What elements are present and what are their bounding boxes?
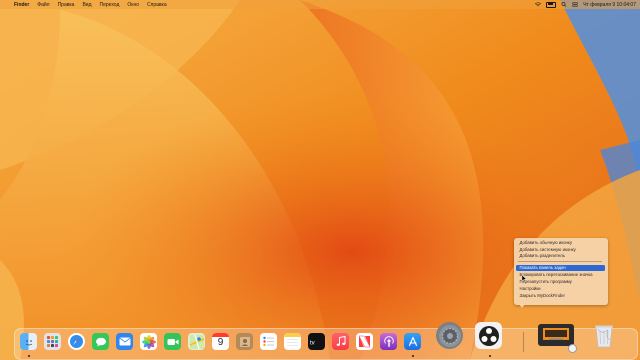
menu-separator xyxy=(518,261,602,262)
photos-icon[interactable] xyxy=(140,333,157,350)
launchpad-icon[interactable] xyxy=(44,333,61,350)
appstore-running-indicator xyxy=(411,355,414,357)
menu-item-help[interactable]: Справка xyxy=(147,2,167,8)
finder-running-indicator xyxy=(27,355,30,357)
reminders-icon[interactable] xyxy=(260,333,277,350)
messages-icon[interactable] xyxy=(92,333,109,350)
appstore-icon[interactable] xyxy=(404,333,421,350)
system-settings-icon[interactable] xyxy=(436,322,463,349)
desktop-wallpaper xyxy=(0,0,640,360)
search-icon[interactable] xyxy=(561,2,567,7)
music-icon[interactable] xyxy=(332,333,349,350)
mydockfinder-icon[interactable] xyxy=(538,324,574,346)
calendar-icon[interactable]: 9 xyxy=(212,333,229,350)
finder-icon[interactable] xyxy=(20,333,37,350)
menu-restart-program[interactable]: Перезапустить программу xyxy=(516,279,605,285)
obs-running-indicator xyxy=(488,355,491,357)
menu-close-mydockfinder[interactable]: Закрыть MyDockFinder xyxy=(516,293,605,299)
context-menu-pointer xyxy=(519,304,525,308)
calendar-day: 9 xyxy=(217,337,224,348)
dock-separator xyxy=(523,332,524,352)
menu-add-system-icon[interactable]: Добавить системную иконку xyxy=(516,247,605,253)
control-center-icon[interactable] xyxy=(572,2,579,7)
svg-text:tv: tv xyxy=(310,340,315,346)
menu-lock-dragging[interactable]: Блокировать перетаскивание значка xyxy=(516,272,605,278)
dock-context-menu: Добавить обычную иконку Добавить системн… xyxy=(514,238,608,305)
menu-clock[interactable]: Чт февраля 9 10:04:07 xyxy=(583,2,636,8)
trash-icon[interactable] xyxy=(590,322,617,349)
contacts-icon[interactable] xyxy=(236,333,253,350)
notes-icon[interactable] xyxy=(284,333,301,350)
menu-item-go[interactable]: Переход xyxy=(100,2,120,8)
menu-add-separator[interactable]: Добавить разделитель xyxy=(516,253,605,259)
podcasts-icon[interactable] xyxy=(380,333,397,350)
wifi-icon[interactable] xyxy=(535,2,542,7)
menu-item-view[interactable]: Вид xyxy=(82,2,91,8)
mail-icon[interactable] xyxy=(116,333,133,350)
facetime-icon[interactable] xyxy=(164,333,181,350)
menu-add-regular-icon[interactable]: Добавить обычную иконку xyxy=(516,240,605,246)
menu-settings[interactable]: Настройки xyxy=(516,286,605,292)
menu-show-taskbar[interactable]: Показать панель задач xyxy=(515,265,605,271)
menu-item-finder[interactable]: Finder xyxy=(14,2,29,8)
appletv-icon[interactable]: tv xyxy=(308,333,325,350)
obs-small-badge-icon xyxy=(568,344,577,353)
mouse-cursor-icon xyxy=(521,269,527,287)
safari-icon[interactable] xyxy=(68,333,85,350)
news-icon[interactable] xyxy=(356,333,373,350)
battery-icon[interactable] xyxy=(546,1,557,8)
menu-item-window[interactable]: Окно xyxy=(127,2,139,8)
menu-item-edit[interactable]: Правка xyxy=(58,2,75,8)
maps-icon[interactable] xyxy=(188,333,205,350)
menu-item-file[interactable]: Файл xyxy=(37,2,49,8)
obs-icon[interactable] xyxy=(475,322,502,349)
menu-bar: Finder Файл Правка Вид Переход Окно Спра… xyxy=(0,0,640,9)
